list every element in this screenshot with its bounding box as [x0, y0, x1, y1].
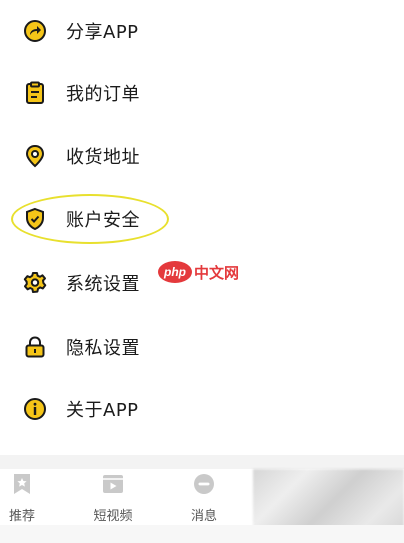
bottom-edge-strip: [0, 525, 404, 543]
watermark-logo: php: [158, 261, 192, 283]
tab-label-messages: 消息: [190, 509, 217, 524]
share-icon: [22, 18, 48, 44]
menu-item-privacy-settings[interactable]: 隐私设置: [0, 321, 404, 373]
site-watermark: php 中文网: [158, 261, 239, 283]
info-icon: [22, 396, 48, 422]
tab-recommend[interactable]: 推荐: [0, 469, 57, 525]
menu-label-about-app: 关于APP: [66, 400, 139, 421]
location-pin-icon: [22, 143, 48, 169]
star-bookmark-icon: [9, 471, 35, 497]
lock-icon: [22, 334, 48, 360]
video-icon: [100, 471, 126, 497]
menu-label-system-settings: 系统设置: [66, 274, 140, 295]
menu-label-my-orders: 我的订单: [66, 84, 140, 105]
menu-label-share-app: 分享APP: [66, 22, 139, 43]
menu-item-my-orders[interactable]: 我的订单: [0, 67, 404, 119]
menu-item-shipping-address[interactable]: 收货地址: [0, 130, 404, 182]
tab-messages[interactable]: 消息: [169, 469, 239, 525]
menu-label-shipping-address: 收货地址: [66, 147, 140, 168]
watermark-site-name: 中文网: [194, 263, 240, 282]
menu-item-about-app[interactable]: 关于APP: [0, 383, 404, 435]
menu-item-share-app[interactable]: 分享APP: [0, 5, 404, 57]
tab-label-recommend: 推荐: [8, 509, 35, 524]
message-icon: [191, 471, 217, 497]
clipboard-icon: [22, 80, 48, 106]
menu-label-privacy-settings: 隐私设置: [66, 338, 140, 359]
tab-short-video[interactable]: 短视频: [78, 469, 148, 525]
gear-icon: [22, 270, 48, 296]
section-divider: [0, 455, 404, 469]
tab-label-short-video: 短视频: [93, 509, 133, 524]
highlight-annotation-ring: [11, 194, 169, 244]
